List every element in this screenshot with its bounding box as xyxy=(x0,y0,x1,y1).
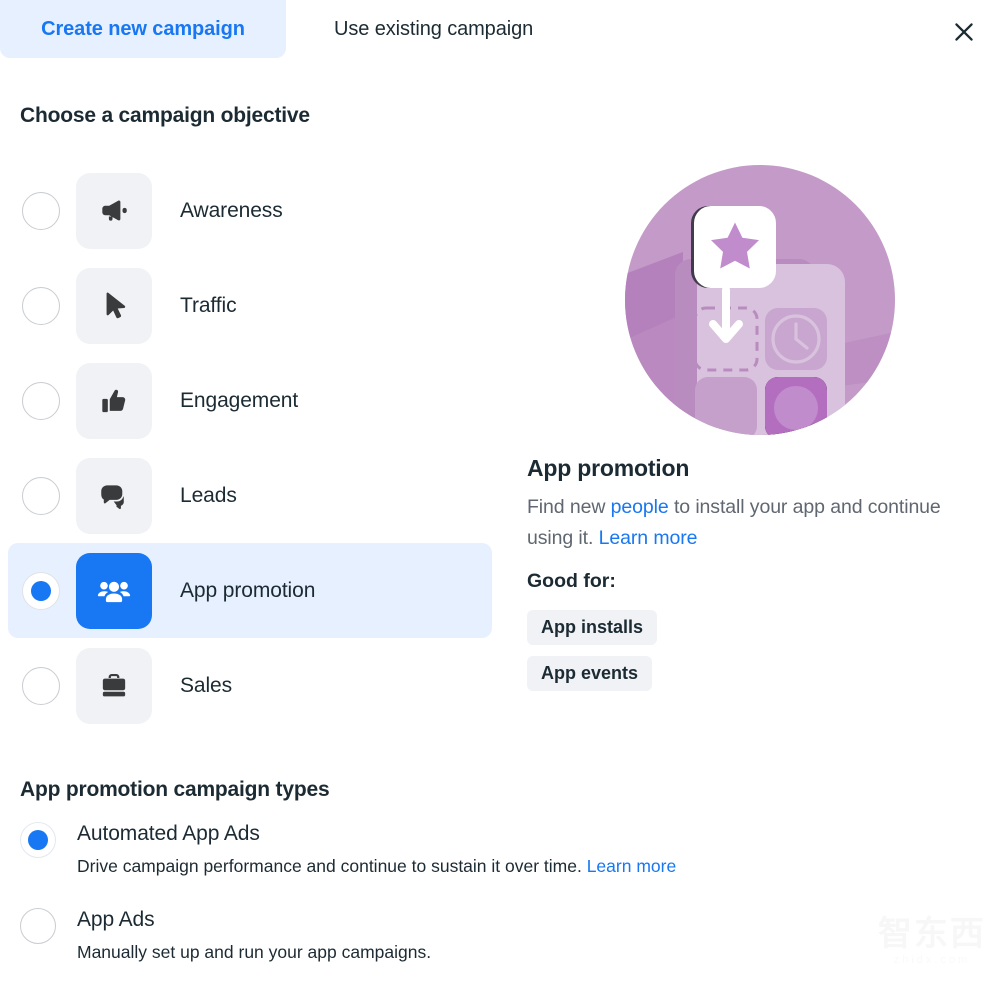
app-promotion-illustration-svg xyxy=(625,165,895,435)
objective-label-sales: Sales xyxy=(180,673,233,697)
objective-label-awareness: Awareness xyxy=(180,198,283,222)
awareness-icon-tile xyxy=(76,172,152,249)
megaphone-icon xyxy=(102,199,127,221)
people-link[interactable]: people xyxy=(611,496,669,518)
tab-use-existing-campaign-label: Use existing campaign xyxy=(334,17,534,40)
watermark: 智东西 zhidx.com xyxy=(878,915,986,967)
automated-app-ads-desc-text: Drive campaign performance and continue … xyxy=(77,856,587,876)
chip-app-installs: App installs xyxy=(527,610,658,645)
campaign-type-row-app-ads[interactable]: App Ads Manually set up and run your app… xyxy=(20,906,860,964)
watermark-site-text: zhidx.com xyxy=(893,954,971,966)
close-button[interactable] xyxy=(944,12,984,52)
objective-label-app-promotion: App promotion xyxy=(180,578,316,602)
learn-more-link[interactable]: Learn more xyxy=(599,527,698,549)
leads-icon-tile xyxy=(76,457,152,534)
radio-sales[interactable] xyxy=(22,666,60,705)
tab-use-existing-campaign[interactable]: Use existing campaign xyxy=(312,0,555,58)
tab-create-new-campaign[interactable]: Create new campaign xyxy=(0,0,286,58)
automated-app-ads-learn-more-link[interactable]: Learn more xyxy=(587,856,677,876)
thumbs-up-icon xyxy=(102,389,126,412)
sales-icon-tile xyxy=(76,647,152,724)
objective-label-leads: Leads xyxy=(180,483,237,507)
campaign-type-automated-app-ads-text: Automated App Ads Drive campaign perform… xyxy=(77,820,676,878)
good-for-label: Good for: xyxy=(527,570,616,592)
radio-automated-app-ads[interactable] xyxy=(20,822,56,858)
objective-row-sales[interactable]: Sales xyxy=(8,638,492,733)
campaign-type-row-automated-app-ads[interactable]: Automated App Ads Drive campaign perform… xyxy=(20,820,860,878)
objective-row-awareness[interactable]: Awareness xyxy=(8,163,492,258)
app-promotion-icon-tile xyxy=(76,552,152,629)
briefcase-icon xyxy=(102,673,126,696)
close-icon xyxy=(955,23,973,41)
objective-label-engagement: Engagement xyxy=(180,388,299,412)
tab-bar: Create new campaign Use existing campaig… xyxy=(0,0,1000,58)
campaign-types-title: App promotion campaign types xyxy=(20,778,330,801)
engagement-icon-tile xyxy=(76,362,152,439)
objective-row-leads[interactable]: Leads xyxy=(8,448,492,543)
radio-leads[interactable] xyxy=(22,476,60,515)
watermark-logo-text: 智东西 xyxy=(878,915,986,953)
page-title: Choose a campaign objective xyxy=(20,104,310,127)
campaign-objective-dialog: Create new campaign Use existing campaig… xyxy=(0,0,1000,985)
description-text-1: Find new xyxy=(527,496,611,518)
campaign-type-name-app-ads: App Ads xyxy=(77,908,155,931)
objective-list: Awareness Traffic Engagement Leads App p… xyxy=(8,163,492,733)
campaign-type-name-automated-app-ads: Automated App Ads xyxy=(77,822,260,845)
objective-row-engagement[interactable]: Engagement xyxy=(8,353,492,448)
people-icon xyxy=(97,581,131,602)
radio-engagement[interactable] xyxy=(22,381,60,420)
radio-awareness[interactable] xyxy=(22,191,60,230)
cursor-icon xyxy=(106,291,126,318)
tab-create-new-campaign-label: Create new campaign xyxy=(41,17,245,40)
chip-app-events: App events xyxy=(527,656,653,691)
app-promotion-illustration xyxy=(625,164,895,436)
objective-row-traffic[interactable]: Traffic xyxy=(8,258,492,353)
campaign-type-desc-automated-app-ads: Drive campaign performance and continue … xyxy=(77,854,676,878)
radio-traffic[interactable] xyxy=(22,286,60,325)
info-panel-description: Find new people to install your app and … xyxy=(527,492,951,554)
objective-label-traffic: Traffic xyxy=(180,293,237,317)
campaign-types-list: Automated App Ads Drive campaign perform… xyxy=(20,820,860,985)
objective-row-app-promotion[interactable]: App promotion xyxy=(8,543,492,638)
info-panel-heading: App promotion xyxy=(527,455,690,481)
radio-app-ads[interactable] xyxy=(20,908,56,944)
traffic-icon-tile xyxy=(76,267,152,344)
campaign-type-desc-app-ads: Manually set up and run your app campaig… xyxy=(77,942,432,962)
good-for-chips: App installs App events xyxy=(527,610,658,691)
radio-app-promotion[interactable] xyxy=(22,571,60,610)
chat-bubbles-icon xyxy=(101,484,124,509)
campaign-type-app-ads-text: App Ads Manually set up and run your app… xyxy=(77,906,431,964)
